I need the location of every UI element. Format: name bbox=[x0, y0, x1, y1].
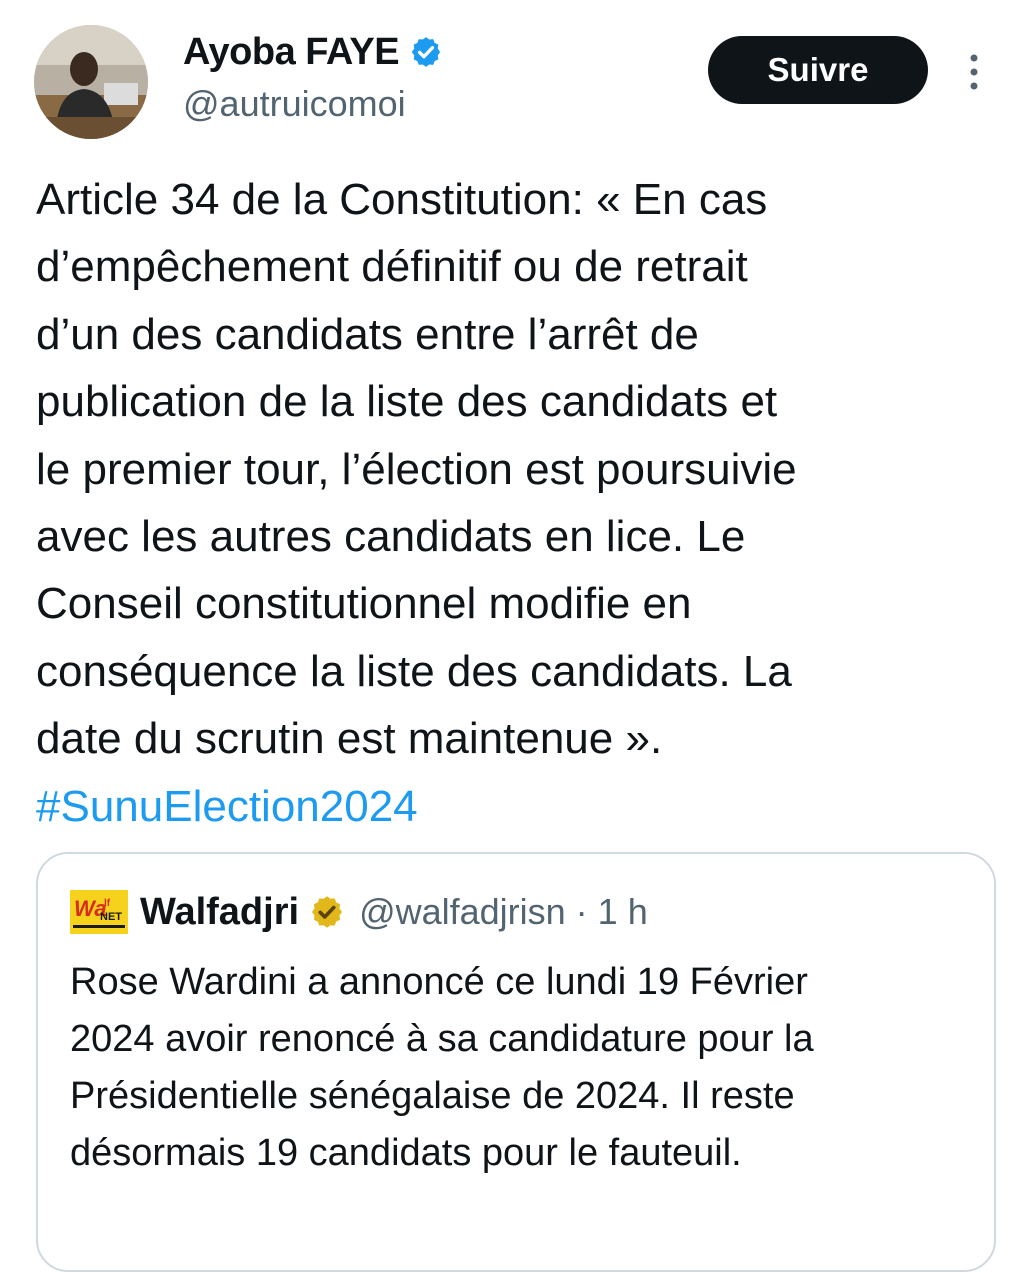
svg-text:NET: NET bbox=[100, 911, 122, 923]
author-avatar[interactable] bbox=[34, 25, 148, 139]
follow-button[interactable]: Suivre bbox=[708, 36, 928, 104]
verified-badge-icon bbox=[411, 37, 441, 67]
tweet-text-line: date du scrutin est maintenue ». bbox=[36, 714, 663, 764]
tweet-text-line: avec les autres candidats en lice. Le bbox=[36, 512, 746, 562]
quoted-author-name[interactable]: Walfadjri bbox=[140, 888, 299, 936]
quoted-text-line: Rose Wardini a annoncé ce lundi 19 Févri… bbox=[70, 961, 808, 1003]
quoted-text-line: désormais 19 candidats pour le fauteuil. bbox=[70, 1132, 742, 1174]
avatar-photo bbox=[34, 25, 148, 139]
tweet-text-line: Article 34 de la Constitution: « En cas bbox=[36, 175, 768, 224]
quoted-tweet-body: Rose Wardini a annoncé ce lundi 19 Févri… bbox=[70, 954, 970, 1182]
walfadjri-logo: Wa lf NET bbox=[70, 890, 128, 934]
tweet-body: Article 34 de la Constitution: « En cas … bbox=[36, 166, 996, 840]
author-handle[interactable]: @autruicomoi bbox=[183, 80, 406, 128]
quoted-tweet-header: Wa lf NET Walfadjri @walfadjrisn · 1 h bbox=[70, 888, 648, 936]
gold-verified-badge-icon bbox=[312, 896, 343, 928]
hashtag-link[interactable]: #SunuElection2024 bbox=[36, 773, 996, 840]
tweet-text-line: d’un des candidats entre l’arrêt de bbox=[36, 309, 699, 359]
quoted-text-line: Présidentielle sénégalaise de 2024. Il r… bbox=[70, 1075, 795, 1117]
author-name-row: Ayoba FAYE bbox=[183, 28, 443, 76]
tweet-text-line: le premier tour, l’élection est poursuiv… bbox=[36, 444, 797, 494]
tweet-text-line: Conseil constitutionnel modifie en bbox=[36, 579, 692, 629]
tweet-text-line: conséquence la liste des candidats. La bbox=[36, 646, 792, 696]
tweet-text-line: publication de la liste des candidats et bbox=[36, 377, 778, 427]
tweet-header: Ayoba FAYE @autruicomoi Suivre bbox=[0, 0, 1029, 150]
author-display-name[interactable]: Ayoba FAYE bbox=[183, 28, 400, 76]
svg-text:lf: lf bbox=[104, 898, 111, 909]
quoted-tweet-card[interactable]: Wa lf NET Walfadjri @walfadjrisn · 1 h R… bbox=[36, 852, 996, 1272]
tweet-text-line: d’empêchement définitif ou de retrait bbox=[36, 242, 748, 292]
quoted-handle-and-time[interactable]: @walfadjrisn · 1 h bbox=[359, 888, 648, 936]
more-vertical-icon[interactable] bbox=[962, 52, 986, 92]
quoted-text-line: 2024 avoir renoncé à sa candidature pour… bbox=[70, 1018, 814, 1060]
